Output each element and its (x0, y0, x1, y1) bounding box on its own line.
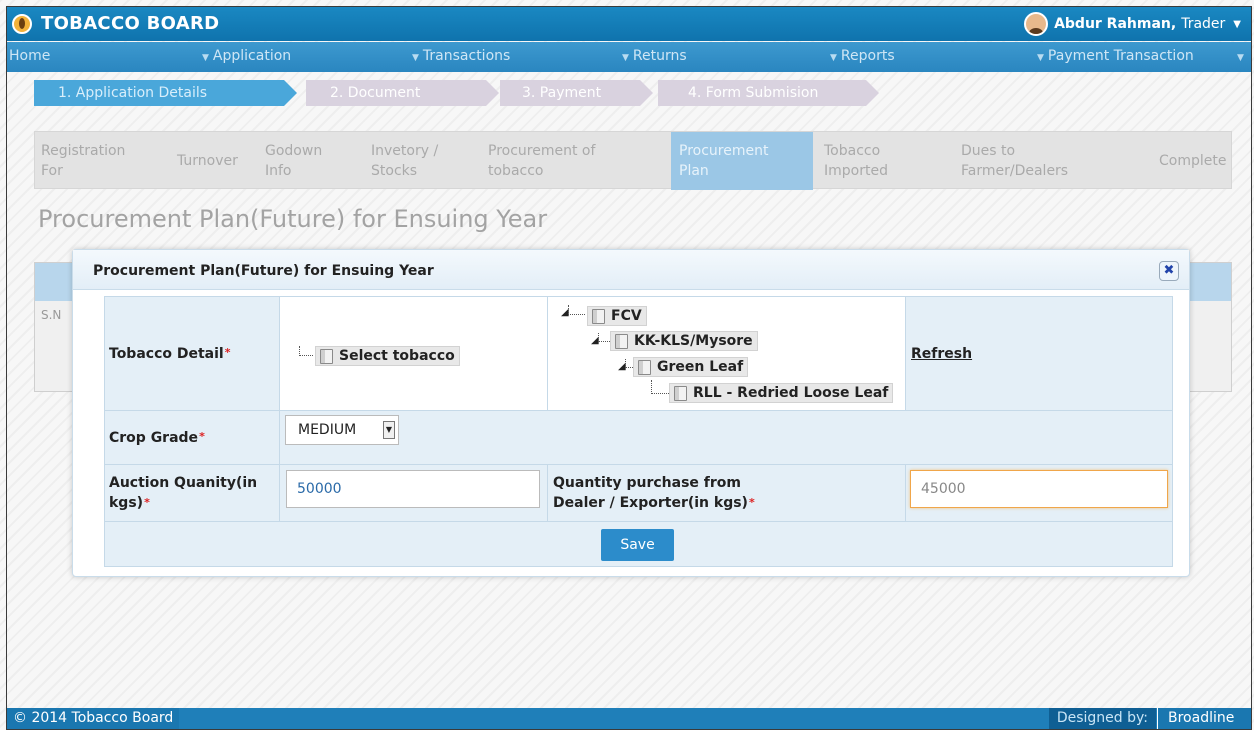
tab-dues-to-farmer-dealers[interactable]: Dues to Farmer/Dealers (961, 132, 1111, 190)
select-tobacco-box: Select tobacco (315, 346, 460, 366)
node-box: KK-KLS/Mysore (610, 331, 758, 351)
nav-label: Returns (632, 48, 687, 64)
procurement-plan-dialog: Procurement Plan(Future) for Ensuing Yea… (72, 249, 1190, 577)
tab-godown-info[interactable]: Godown Info (265, 132, 360, 190)
chevron-down-icon: ▼ (830, 53, 837, 63)
tab-label: Info (265, 163, 292, 179)
tab-label: Stocks (371, 163, 418, 179)
chevron-down-icon: ▼ (1037, 53, 1044, 63)
tab-registration-for[interactable]: Registration For (41, 132, 161, 190)
section-tabs: Registration For Turnover Godown Info Inve… (34, 131, 1232, 190)
user-name: Abdur Rahman, (1054, 16, 1177, 32)
chevron-down-icon: ▼ (202, 53, 209, 63)
tab-procurement-of-tobacco[interactable]: Procurement of tobacco (488, 132, 638, 190)
tab-label: Plan (679, 163, 709, 179)
wizard-step-application-details[interactable]: 1. Application Details (34, 80, 297, 106)
nav-transactions[interactable]: ▼ Transactions (412, 48, 510, 64)
tab-label: Imported (824, 163, 888, 179)
tab-label: Registration (41, 143, 126, 159)
tab-label: Turnover (177, 153, 238, 169)
book-icon (320, 348, 333, 364)
footer-copyright: © 2014 Tobacco Board (7, 708, 180, 730)
tab-turnover[interactable]: Turnover (177, 132, 257, 190)
cell-auction-qty-label (105, 465, 280, 522)
tab-label: Invetory / (371, 143, 439, 159)
nav-label: Payment Transaction (1047, 48, 1194, 64)
dialog-header: Procurement Plan(Future) for Ensuing Yea… (73, 250, 1189, 290)
tab-label: Dues to (961, 143, 1016, 159)
app-brand: TOBACCO BOARD (41, 13, 220, 34)
close-icon[interactable]: ✖ (1159, 261, 1179, 281)
tab-procurement-plan[interactable]: Procurement Plan (671, 132, 813, 190)
tab-label: tobacco (488, 163, 544, 179)
tab-label: Godown (265, 143, 323, 159)
chevron-down-icon: ▼ (622, 53, 629, 63)
user-menu[interactable]: Abdur Rahman, Trader ▼ (1024, 11, 1241, 37)
dialog-title: Procurement Plan(Future) for Ensuing Yea… (93, 263, 434, 279)
tree-node-rll-redried-loose-leaf[interactable]: RLL - Redried Loose Leaf (669, 383, 894, 403)
footer-designer-link[interactable]: Broadline (1157, 708, 1251, 730)
user-role: Trader (1181, 16, 1226, 32)
tree-node-kk-kls-mysore[interactable]: KK-KLS/Mysore (610, 331, 758, 351)
nav-label: Reports (840, 48, 895, 64)
node-box: FCV (587, 306, 647, 326)
user-avatar-icon (1024, 12, 1049, 36)
book-icon (638, 359, 651, 375)
nav-more-caret[interactable]: ▼ (1237, 48, 1248, 64)
app-header: TOBACCO BOARD Abdur Rahman, Trader ▼ (7, 7, 1251, 41)
select-tobacco-node[interactable]: Select tobacco (315, 346, 460, 366)
underlying-sno-header: S.N (41, 308, 62, 322)
page-title: Procurement Plan(Future) for Ensuing Yea… (38, 205, 548, 233)
node-label: Green Leaf (657, 359, 744, 375)
tab-label: Procurement (679, 143, 769, 159)
page-footer: © 2014 Tobacco Board Designed by: Broadl… (7, 708, 1251, 730)
wizard-step-form-submission[interactable]: 4. Form Submision (658, 80, 879, 106)
wizard-step-document[interactable]: 2. Document (306, 80, 499, 106)
nav-returns[interactable]: ▼ Returns (622, 48, 687, 64)
cell-crop-grade-value (280, 411, 1173, 465)
tree-node-green-leaf[interactable]: Green Leaf (633, 357, 749, 377)
tab-label: Procurement of (488, 143, 596, 159)
node-label: RLL - Redried Loose Leaf (693, 385, 889, 401)
chevron-down-icon: ▼ (1233, 18, 1241, 30)
chevron-down-icon: ▼ (383, 421, 395, 439)
nav-label: Application (212, 48, 292, 64)
cell-dealer-qty-label (548, 465, 906, 522)
tab-label: Farmer/Dealers (961, 163, 1069, 179)
chevron-down-icon: ▼ (412, 53, 419, 63)
node-label: FCV (611, 308, 642, 324)
node-label: KK-KLS/Mysore (634, 333, 753, 349)
select-tobacco-label: Select tobacco (339, 348, 455, 364)
tab-tobacco-imported[interactable]: Tobacco Imported (824, 132, 934, 190)
node-box: RLL - Redried Loose Leaf (669, 383, 894, 403)
book-icon (592, 308, 605, 324)
footer-designed-by: Designed by: (1048, 708, 1156, 730)
nav-reports[interactable]: ▼ Reports (830, 48, 895, 64)
tab-label: For (41, 163, 63, 179)
refresh-link[interactable]: Refresh (911, 346, 972, 362)
tobacco-leaf-logo-icon (12, 14, 32, 34)
tab-inventory-stocks[interactable]: Invetory / Stocks (371, 132, 481, 190)
auction-qty-input[interactable] (286, 470, 540, 508)
book-icon (674, 385, 687, 401)
crop-grade-select[interactable]: MEDIUM ▼ (285, 415, 399, 445)
dealer-qty-input[interactable] (910, 470, 1168, 508)
nav-home[interactable]: Home (9, 48, 50, 64)
main-nav: Home ▼ Application ▼ Transactions ▼ Returns… (7, 42, 1251, 72)
nav-application[interactable]: ▼ Application (202, 48, 291, 64)
cell-tobacco-detail-label (105, 297, 280, 411)
nav-label: Transactions (422, 48, 511, 64)
chevron-down-icon: ▼ (1237, 53, 1244, 63)
nav-payment-transaction[interactable]: ▼ Payment Transaction (1037, 48, 1194, 64)
book-icon (615, 333, 628, 349)
tab-label: Tobacco (824, 143, 881, 159)
node-box: Green Leaf (633, 357, 749, 377)
wizard-step-payment[interactable]: 3. Payment (500, 80, 653, 106)
tab-label: Complete (1159, 153, 1227, 169)
tree-node-fcv[interactable]: FCV (587, 306, 647, 326)
crop-grade-value: MEDIUM (298, 422, 357, 438)
cell-crop-grade-label (105, 411, 280, 465)
tab-complete[interactable]: Complete (1159, 132, 1231, 190)
save-button[interactable]: Save (601, 529, 674, 561)
